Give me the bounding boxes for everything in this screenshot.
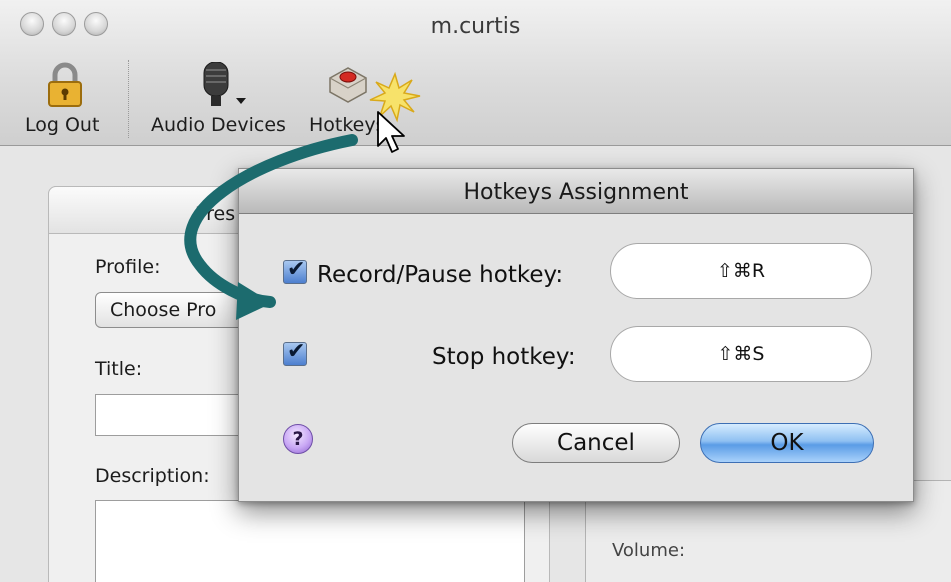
main-window: m.curtis Log Out Audio Devices Hotkeys P… [0, 0, 951, 582]
stop-hotkey-label: Stop hotkey: [432, 344, 576, 370]
audio-devices-tool-label[interactable]: Audio Devices [151, 114, 286, 136]
lock-icon [48, 62, 82, 107]
dialog-titlebar: Hotkeys Assignment [239, 169, 913, 214]
chevron-down-icon [236, 98, 246, 104]
stop-hotkey-field[interactable]: ⇧⌘S [610, 326, 872, 382]
logout-tool[interactable] [46, 62, 84, 113]
checkmark-icon: ✔ [287, 339, 306, 364]
title-label: Title: [95, 358, 143, 380]
record-pause-hotkey-field[interactable]: ⇧⌘R [610, 243, 872, 299]
window-titlebar: m.curtis Log Out Audio Devices Hotkeys [0, 0, 951, 146]
record-button-icon [329, 67, 367, 103]
description-field[interactable] [95, 500, 525, 582]
microphone-icon [203, 61, 246, 106]
ok-button[interactable]: OK [700, 423, 874, 463]
hotkeys-tool[interactable] [326, 62, 370, 111]
audio-devices-tool[interactable] [198, 61, 250, 117]
record-pause-label: Record/Pause hotkey: [317, 262, 564, 288]
description-label: Description: [95, 465, 210, 487]
help-button[interactable]: ? [283, 424, 313, 454]
window-title: m.curtis [430, 14, 521, 39]
checkmark-icon: ✔ [287, 257, 306, 282]
toolbar-separator [128, 60, 129, 138]
logout-tool-label[interactable]: Log Out [25, 114, 99, 136]
volume-label: Volume: [612, 540, 686, 561]
profile-label: Profile: [95, 256, 161, 278]
cancel-button[interactable]: Cancel [512, 423, 680, 463]
hotkeys-tool-label[interactable]: Hotkeys [309, 114, 386, 136]
record-pause-checkbox[interactable]: ✔ [283, 257, 307, 284]
presentation-tab-label: Pres [195, 203, 236, 225]
stop-checkbox[interactable]: ✔ [283, 339, 307, 366]
dialog-title: Hotkeys Assignment [463, 180, 689, 205]
